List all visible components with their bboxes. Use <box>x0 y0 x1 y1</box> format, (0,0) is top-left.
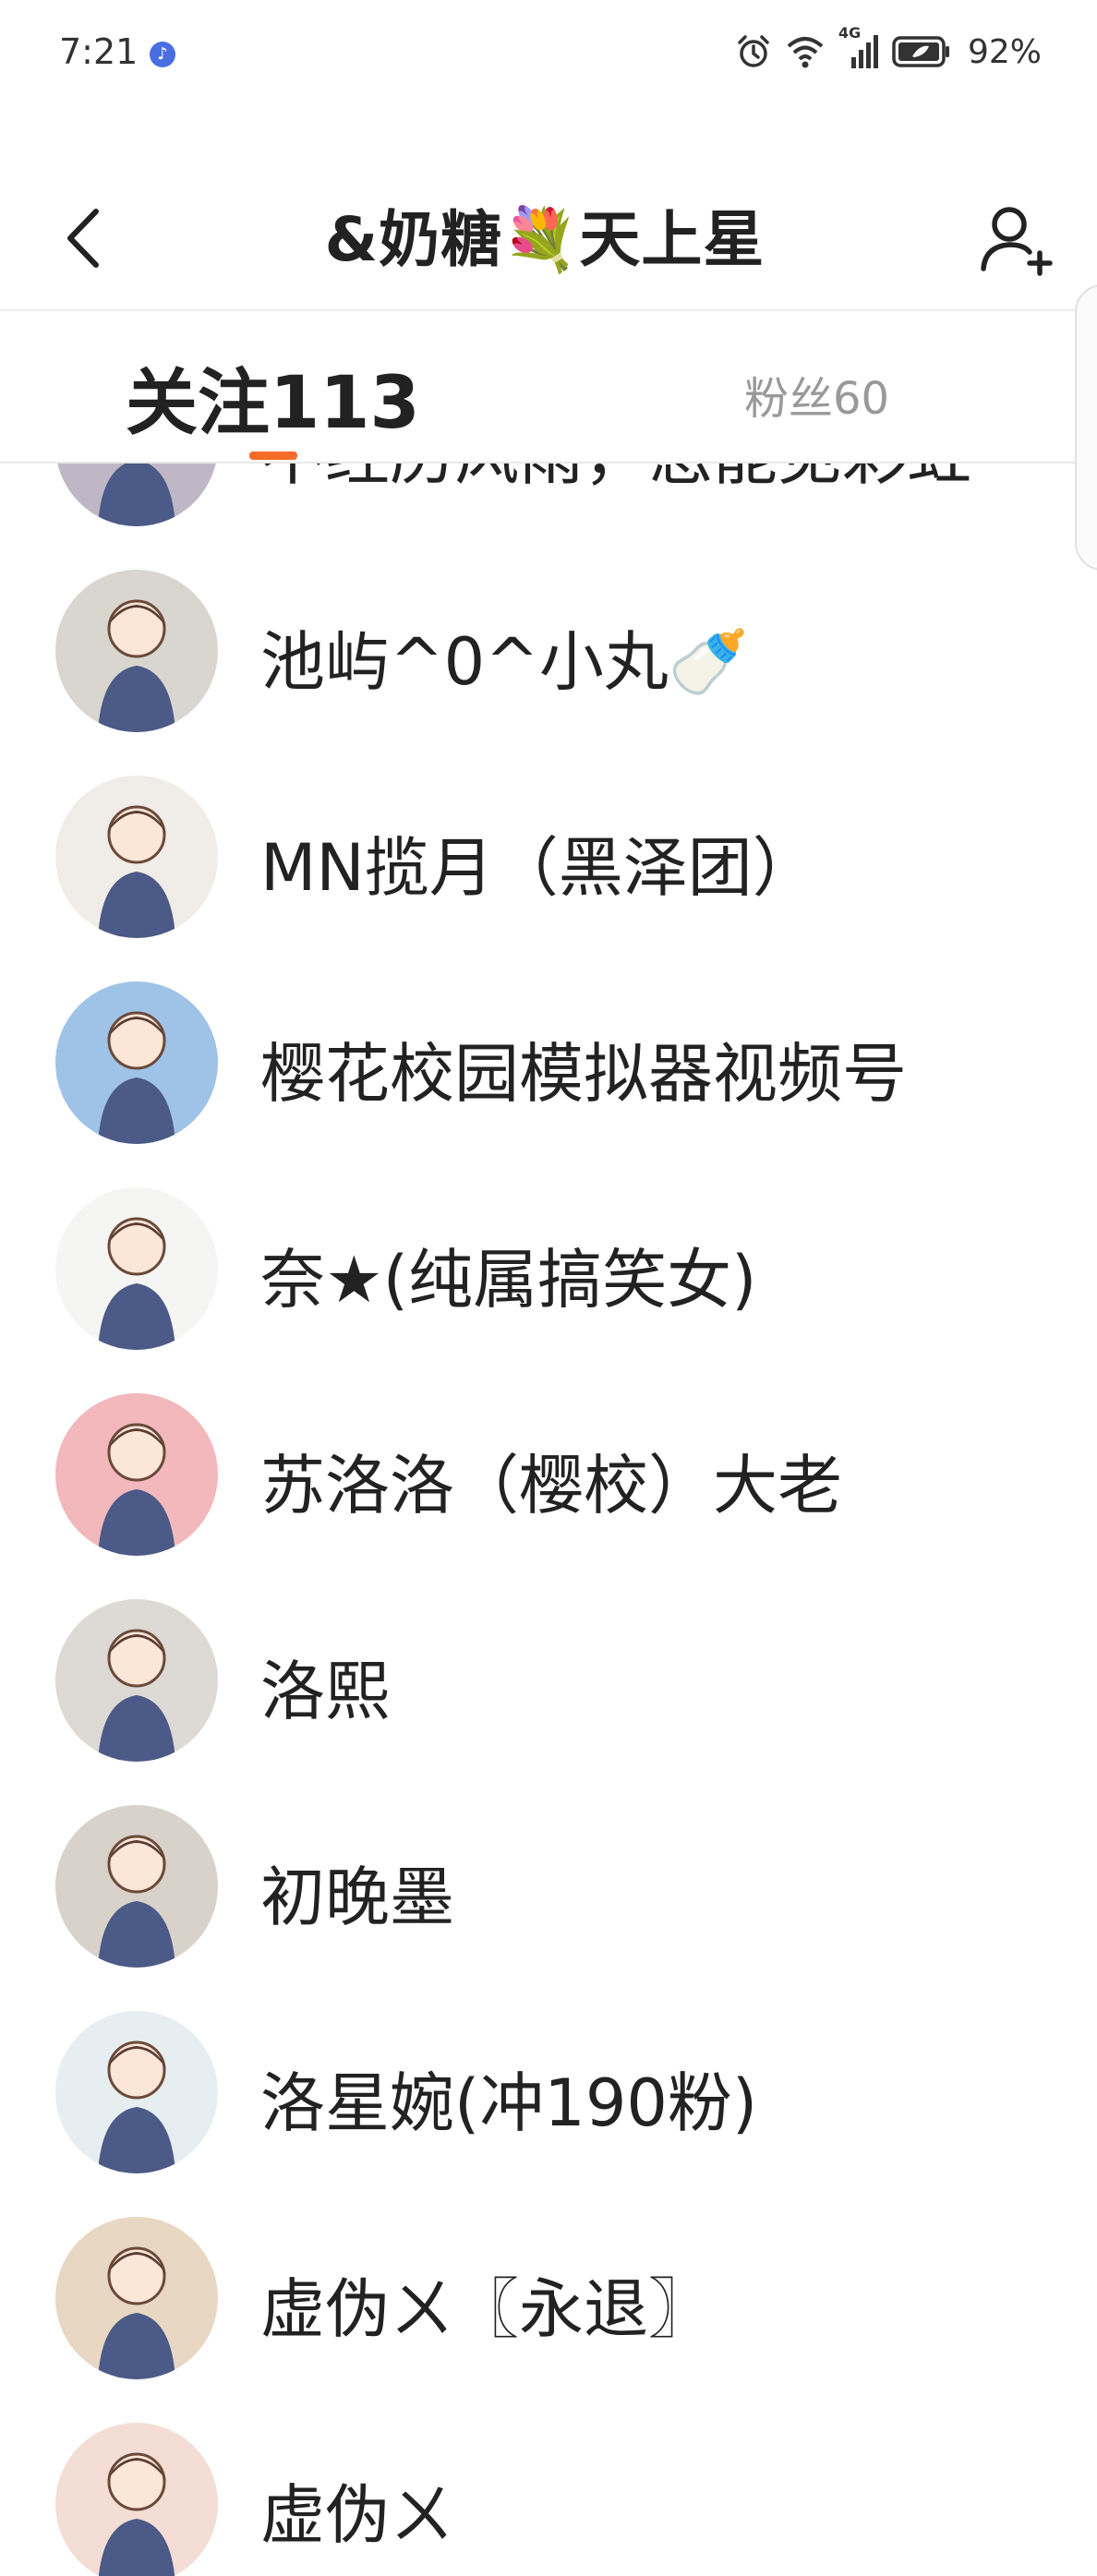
list-item[interactable]: 虚伪ㄨ <box>0 2401 1097 2576</box>
avatar[interactable] <box>55 570 218 732</box>
list-item[interactable]: 苏洛洛（樱校）大老 <box>0 1371 1097 1577</box>
avatar[interactable] <box>55 1805 218 1968</box>
avatar[interactable] <box>55 1187 218 1350</box>
user-name: 初晚墨 <box>260 1860 454 1935</box>
user-name: 苏洛洛（樱校）大老 <box>260 1448 842 1523</box>
user-name: MN揽月（黑泽团） <box>260 830 817 906</box>
user-name: 樱花校园模拟器视频号 <box>260 1036 907 1112</box>
battery-percent: 92% <box>967 32 1042 71</box>
following-list[interactable]: 不经历风雨，怎能见彩虹池屿^0^小丸🍼 MN揽月（黑泽团） 樱花校园模拟器视频号奈★… <box>0 463 1097 2576</box>
list-item[interactable]: 奈★(纯属搞笑女) <box>0 1165 1097 1371</box>
list-item[interactable]: 池屿^0^小丸🍼 <box>0 548 1097 753</box>
list-item[interactable]: 洛熙 <box>0 1577 1097 1783</box>
avatar[interactable] <box>55 1599 218 1762</box>
tab-following[interactable]: 关注113 <box>126 345 420 449</box>
avatar[interactable] <box>55 981 218 1144</box>
tab-fans[interactable]: 粉丝60 <box>744 362 889 427</box>
page-title: &奶糖💐天上星 <box>324 204 765 275</box>
active-tab-indicator <box>249 451 297 460</box>
avatar[interactable] <box>55 776 218 938</box>
avatar[interactable] <box>55 2423 218 2576</box>
list-item[interactable]: 樱花校园模拟器视频号 <box>0 959 1097 1165</box>
user-name: 奈★(纯属搞笑女) <box>260 1242 757 1318</box>
status-bar: 7:21 ♪ 4G 92% <box>0 0 1097 111</box>
list-item[interactable]: 不经历风雨，怎能见彩虹 <box>0 463 1097 548</box>
battery-icon <box>892 33 951 70</box>
chevron-left-icon <box>67 209 99 268</box>
user-name: 池屿^0^小丸🍼 <box>260 624 749 700</box>
back-button[interactable] <box>55 201 111 275</box>
side-drawer-handle[interactable] <box>1075 284 1097 571</box>
user-name: 洛星婉(冲190粉) <box>260 2065 758 2141</box>
avatar[interactable] <box>55 2217 218 2379</box>
tab-bar: 关注113 粉丝60 <box>0 311 1097 462</box>
user-list: 不经历风雨，怎能见彩虹池屿^0^小丸🍼 MN揽月（黑泽团） 樱花校园模拟器视频号奈★… <box>0 463 1097 2576</box>
user-name: 不经历风雨，怎能见彩虹 <box>260 463 971 498</box>
cellular-signal-icon: 4G <box>838 24 879 70</box>
list-item[interactable]: 虚伪ㄨ〖永退〗 <box>0 2195 1097 2401</box>
network-type-label: 4G <box>838 24 862 42</box>
avatar[interactable] <box>55 463 218 526</box>
avatar[interactable] <box>55 2011 218 2173</box>
status-icons: 4G 92% <box>735 24 1042 72</box>
user-name: 洛熙 <box>260 1654 390 1729</box>
music-icon: ♪ <box>150 42 175 67</box>
add-user-button[interactable] <box>971 194 1060 283</box>
list-item[interactable]: 初晚墨 <box>0 1783 1097 1989</box>
user-name: 虚伪ㄨ <box>260 2477 454 2553</box>
list-item[interactable]: MN揽月（黑泽团） <box>0 753 1097 959</box>
header: &奶糖💐天上星 <box>0 166 1097 309</box>
alarm-icon <box>735 33 772 70</box>
avatar[interactable] <box>55 1393 218 1556</box>
wifi-icon <box>785 33 826 70</box>
add-user-icon <box>981 207 1053 276</box>
user-name: 虚伪ㄨ〖永退〗 <box>260 2271 713 2347</box>
list-item[interactable]: 洛星婉(冲190粉) <box>0 1989 1097 2195</box>
status-time: 7:21 <box>59 31 139 72</box>
